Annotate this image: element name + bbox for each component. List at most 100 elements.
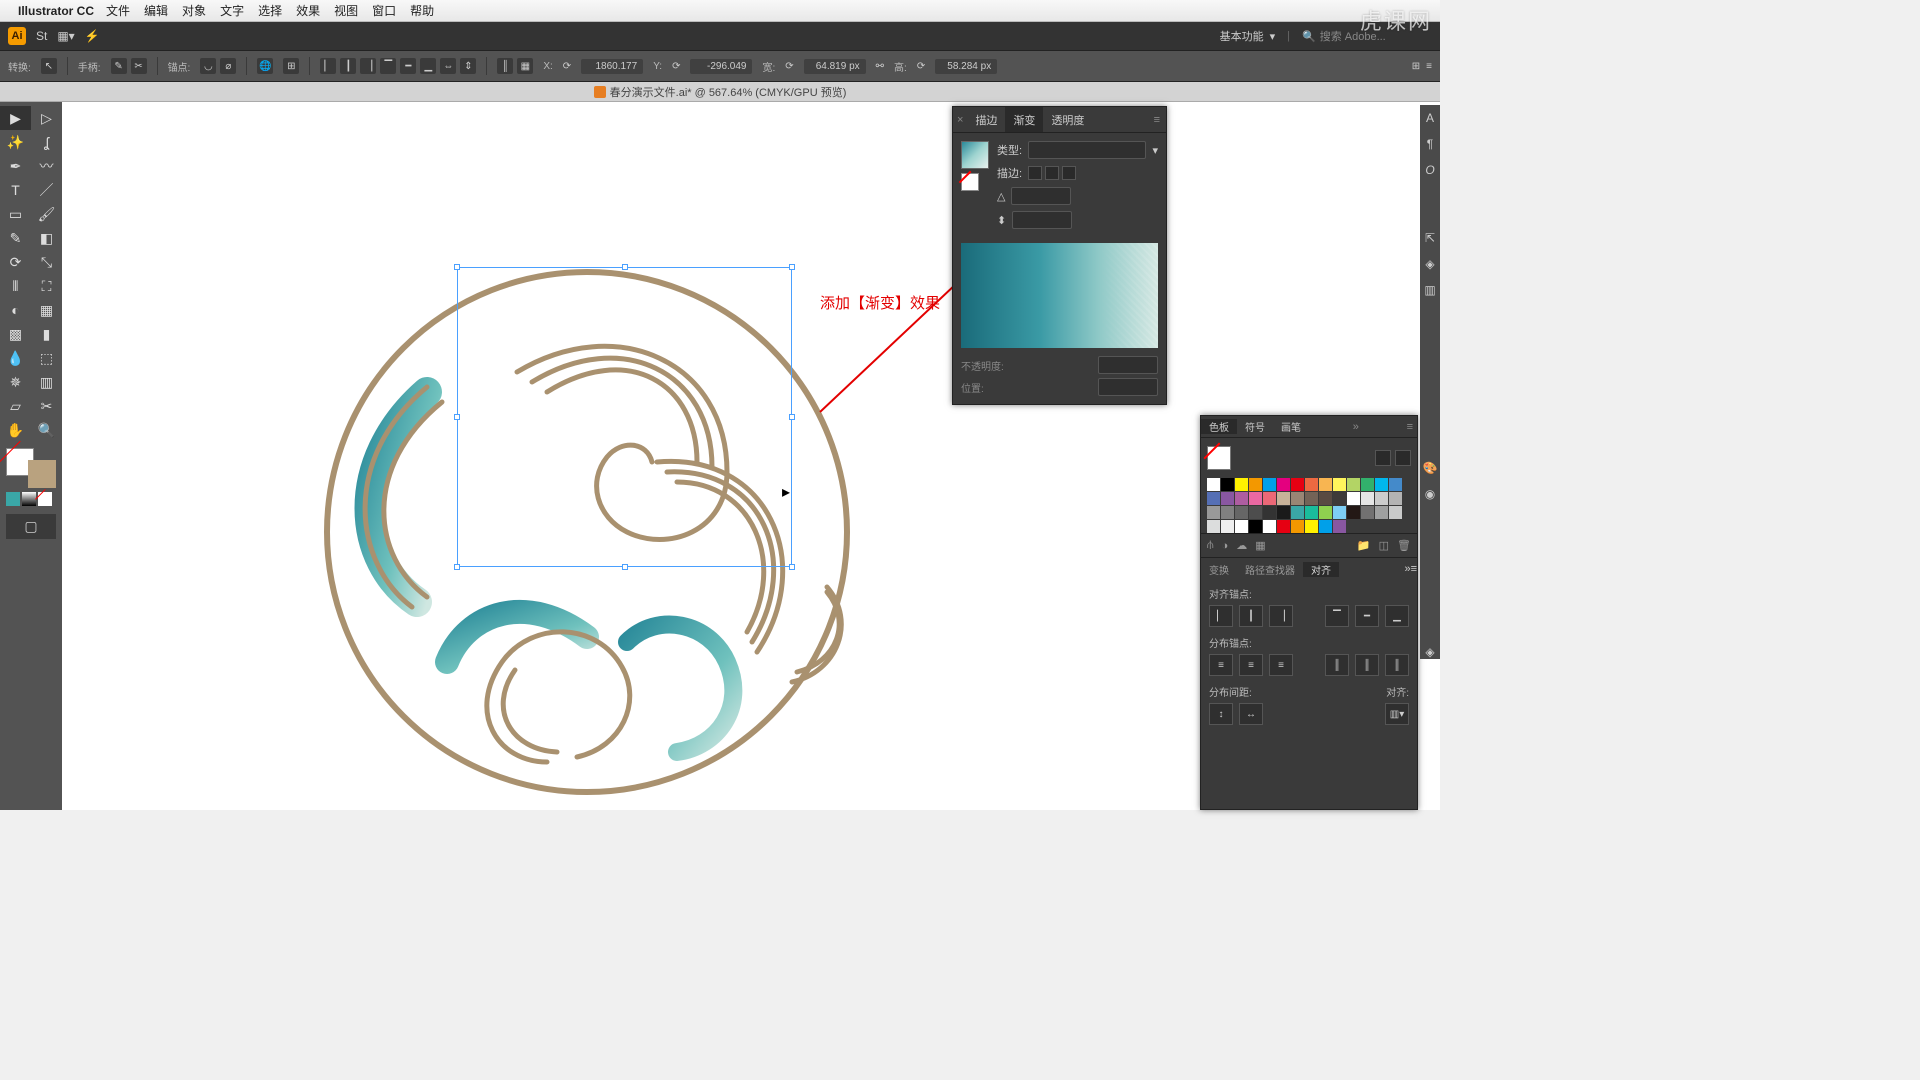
strip-char-icon[interactable]: A <box>1426 111 1434 125</box>
handle-tool-icon[interactable]: ✎ <box>111 58 127 74</box>
eraser-tool[interactable]: ◧ <box>31 226 62 250</box>
constrain-icon[interactable]: ⚯ <box>876 61 884 72</box>
selection-tool[interactable]: ▶ <box>0 106 31 130</box>
zoom-tool[interactable]: 🔍 <box>31 418 62 442</box>
free-transform-tool[interactable]: ⛶ <box>31 274 62 298</box>
stock-icon[interactable]: St <box>36 29 47 43</box>
swatch-cell[interactable] <box>1207 506 1220 519</box>
swatch-cell[interactable] <box>1333 492 1346 505</box>
swatch-cell[interactable] <box>1277 492 1290 505</box>
panel-menu-icon[interactable]: ≡ <box>1411 563 1417 575</box>
panel-close-icon[interactable]: × <box>953 114 967 126</box>
align-bottom-button[interactable]: ▁ <box>1385 605 1409 627</box>
swatch-cell[interactable] <box>1375 506 1388 519</box>
strip-export-icon[interactable]: ⇱ <box>1425 231 1435 245</box>
swatch-kind-icon[interactable]: ◑ <box>1222 540 1229 552</box>
swatch-cell[interactable] <box>1333 506 1346 519</box>
swatch-cell[interactable] <box>1389 478 1402 491</box>
dist-vcenter-button[interactable]: ≡ <box>1239 654 1263 676</box>
anchor-tool-icon[interactable]: ◡ <box>200 58 216 74</box>
type-tool[interactable]: T <box>0 178 31 202</box>
mesh-tool[interactable]: ▩ <box>0 322 31 346</box>
direct-selection-tool[interactable]: ▷ <box>31 106 62 130</box>
swatch-cell[interactable] <box>1333 478 1346 491</box>
eyedropper-tool[interactable]: 💧 <box>0 346 31 370</box>
align-top-button[interactable]: ▔ <box>1325 605 1349 627</box>
menu-view[interactable]: 视图 <box>334 2 358 19</box>
swatch-cell[interactable] <box>1235 478 1248 491</box>
dist-top-button[interactable]: ≡ <box>1209 654 1233 676</box>
angle-input[interactable] <box>1011 187 1071 205</box>
swatch-cell[interactable] <box>1375 478 1388 491</box>
swatch-opts-icon[interactable]: ☁ <box>1236 539 1247 552</box>
swatch-cell[interactable] <box>1347 492 1360 505</box>
menu-select[interactable]: 选择 <box>258 2 282 19</box>
tab-align[interactable]: 对齐 <box>1303 562 1339 577</box>
tab-transparency[interactable]: 透明度 <box>1043 107 1092 132</box>
swatch-cell[interactable] <box>1249 506 1262 519</box>
swatch-cell[interactable] <box>1207 520 1220 533</box>
opacity-input[interactable] <box>1098 356 1158 374</box>
swatch-cell[interactable] <box>1221 492 1234 505</box>
swatch-cell[interactable] <box>1291 492 1304 505</box>
panel-menu-icon[interactable]: ≡ <box>1148 114 1166 126</box>
swatch-cell[interactable] <box>1263 492 1276 505</box>
blend-tool[interactable]: ⬚ <box>31 346 62 370</box>
position-input[interactable] <box>1098 378 1158 396</box>
workspace-switcher[interactable]: 基本功能 <box>1220 28 1264 44</box>
swatch-grid[interactable] <box>1201 478 1417 533</box>
strip-asset-icon[interactable]: ◈ <box>1425 257 1434 271</box>
perspective-tool[interactable]: ▦ <box>31 298 62 322</box>
swatch-cell[interactable] <box>1375 492 1388 505</box>
link-wh-icon2[interactable]: ⟳ <box>917 61 925 72</box>
swatch-cell[interactable] <box>1263 478 1276 491</box>
swatch-cell[interactable] <box>1207 492 1220 505</box>
link-xy-icon[interactable]: ⟳ <box>563 61 571 72</box>
swatch-cell[interactable] <box>1221 506 1234 519</box>
gradient-type-select[interactable] <box>1028 141 1146 159</box>
dist-right-button[interactable]: ║ <box>1385 654 1409 676</box>
rectangle-tool[interactable]: ▭ <box>0 202 31 226</box>
shaper-tool[interactable]: ✎ <box>0 226 31 250</box>
swatch-cell[interactable] <box>1277 478 1290 491</box>
stroke-opt3-icon[interactable] <box>1062 166 1076 180</box>
dist-bottom-button[interactable]: ≡ <box>1269 654 1293 676</box>
arrange-docs-icon[interactable]: ▦▾ <box>57 29 74 43</box>
dist-h-icon[interactable]: ⇔ <box>440 58 456 74</box>
gradient-tool[interactable]: ▮ <box>31 322 62 346</box>
swatch-cell[interactable] <box>1389 492 1402 505</box>
app-name[interactable]: Illustrator CC <box>18 4 94 18</box>
dist-hcenter-button[interactable]: ║ <box>1355 654 1379 676</box>
link-wh-icon[interactable]: ⟳ <box>785 61 793 72</box>
swatch-cell[interactable] <box>1347 506 1360 519</box>
gradient-thumbnail[interactable] <box>961 141 989 169</box>
strip-guide-icon[interactable]: ◉ <box>1425 487 1435 501</box>
dist-hspace-button[interactable]: ↔ <box>1239 703 1263 725</box>
swatch-cell[interactable] <box>1235 492 1248 505</box>
selection-bbox[interactable] <box>457 267 792 567</box>
strip-glyph-icon[interactable]: O <box>1425 163 1434 177</box>
swatch-cell[interactable] <box>1305 506 1318 519</box>
swatch-view-toggle[interactable] <box>1375 450 1411 466</box>
link-xy-icon2[interactable]: ⟳ <box>672 61 680 72</box>
swatch-cell[interactable] <box>1291 520 1304 533</box>
menu-type[interactable]: 文字 <box>220 2 244 19</box>
curvature-tool[interactable]: 〰 <box>31 154 62 178</box>
swatch-cell[interactable] <box>1305 492 1318 505</box>
menu-edit[interactable]: 编辑 <box>144 2 168 19</box>
swatch-cell[interactable] <box>1249 478 1262 491</box>
menu-object[interactable]: 对象 <box>182 2 206 19</box>
screen-mode-button[interactable]: ▢ <box>6 514 56 539</box>
swatch-cell[interactable] <box>1277 520 1290 533</box>
swatch-cell[interactable] <box>1235 520 1248 533</box>
align-top-icon[interactable]: ▔ <box>380 58 396 74</box>
align-right-icon[interactable]: ▕ <box>360 58 376 74</box>
tab-pathfinder[interactable]: 路径查找器 <box>1237 562 1303 577</box>
hand-tool[interactable]: ✋ <box>0 418 31 442</box>
swatch-cell[interactable] <box>1347 478 1360 491</box>
swatch-cell[interactable] <box>1207 478 1220 491</box>
menu-file[interactable]: 文件 <box>106 2 130 19</box>
swatch-group-icon[interactable]: ▦ <box>1255 539 1265 552</box>
align-hcenter-button[interactable]: ┃ <box>1239 605 1263 627</box>
color-mode-switch[interactable] <box>0 490 62 508</box>
